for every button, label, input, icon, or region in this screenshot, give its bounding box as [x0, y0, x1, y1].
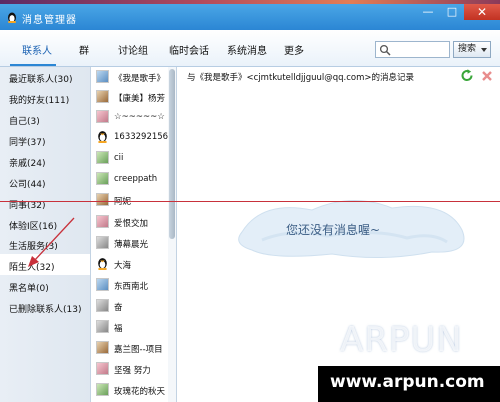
- search-button[interactable]: 搜索: [453, 41, 491, 58]
- list-item[interactable]: 福: [96, 319, 174, 337]
- contact-name: 福: [114, 324, 123, 334]
- avatar: [96, 362, 109, 375]
- contact-name: 东西南北: [114, 282, 149, 292]
- list-item[interactable]: 嘉兰图--项目: [96, 340, 174, 358]
- maximize-button[interactable]: □: [440, 4, 464, 20]
- list-item[interactable]: 《我是歌手》: [96, 69, 174, 87]
- tab-more[interactable]: 更多: [284, 42, 304, 57]
- avatar: [96, 320, 109, 333]
- window-controls: — □ ✕: [416, 4, 500, 22]
- list-item[interactable]: 爱恨交加: [96, 214, 174, 232]
- annotation-arrow-icon: [28, 217, 75, 267]
- tab-discussion[interactable]: 讨论组: [118, 42, 148, 57]
- list-item[interactable]: 玫瑰花的秋天: [96, 382, 174, 400]
- chevron-down-icon: [481, 48, 487, 52]
- empty-message-text: 您还没有消息喔~: [286, 223, 381, 237]
- tab-temp-session[interactable]: 临时会话: [169, 42, 209, 57]
- search-button-label: 搜索: [458, 44, 477, 54]
- tab-bar: 联系人 群 讨论组 临时会话 系统消息 更多 搜索: [0, 30, 500, 67]
- avatar: [96, 110, 109, 123]
- contact-name: 玫瑰花的秋天: [114, 387, 166, 397]
- list-item[interactable]: 奋: [96, 298, 174, 316]
- category-self[interactable]: 自己(3): [9, 114, 40, 127]
- list-item[interactable]: 1633292156: [96, 129, 174, 147]
- list-item[interactable]: creeppath: [96, 171, 174, 189]
- tab-groups[interactable]: 群: [79, 42, 89, 57]
- category-colleagues[interactable]: 同事(32): [9, 198, 45, 211]
- contact-name: ☆~~~~~☆: [114, 112, 165, 122]
- contact-name: 爱恨交加: [114, 219, 149, 229]
- list-item[interactable]: 薄幕晨光: [96, 235, 174, 253]
- contact-name: 嘉兰图--项目: [114, 345, 163, 355]
- tab-contacts[interactable]: 联系人: [22, 42, 52, 57]
- list-item[interactable]: cii: [96, 150, 174, 168]
- contact-name: 1633292156: [114, 132, 169, 142]
- avatar: [96, 193, 109, 206]
- avatar: [96, 172, 109, 185]
- contact-name: 【康美】杨芳: [114, 94, 166, 104]
- contact-name: 奋: [114, 303, 123, 313]
- watermark-logo: ARPUN: [340, 320, 463, 360]
- category-recent[interactable]: 最近联系人(30): [9, 72, 72, 85]
- list-item[interactable]: 东西南北: [96, 277, 174, 295]
- contact-name: 大海: [114, 261, 132, 271]
- contact-name: 坚强 努力: [114, 366, 151, 376]
- qq-penguin-icon: [8, 12, 16, 23]
- list-item[interactable]: ☆~~~~~☆: [96, 109, 174, 127]
- minimize-button[interactable]: —: [416, 4, 440, 20]
- list-item[interactable]: 坚强 努力: [96, 361, 174, 379]
- qq-penguin-icon: [98, 258, 107, 270]
- category-company[interactable]: 公司(44): [9, 177, 45, 190]
- scrollbar-thumb[interactable]: [169, 69, 175, 239]
- titlebar: 消息管理器 — □ ✕: [0, 4, 500, 31]
- avatar: [96, 299, 109, 312]
- contact-name: 《我是歌手》: [114, 74, 166, 84]
- search-input[interactable]: [393, 43, 447, 56]
- avatar: [96, 383, 109, 396]
- avatar: [96, 90, 109, 103]
- search-icon: [379, 44, 391, 56]
- avatar: [96, 278, 109, 291]
- list-item[interactable]: 大海: [96, 256, 174, 274]
- avatar: [96, 236, 109, 249]
- tab-system-messages[interactable]: 系统消息: [227, 42, 267, 57]
- list-item[interactable]: 【康美】杨芳: [96, 89, 174, 107]
- contact-name: 薄幕晨光: [114, 240, 149, 250]
- avatar: [96, 151, 109, 164]
- category-blacklist[interactable]: 黑名单(0): [9, 281, 49, 294]
- close-button[interactable]: ✕: [464, 4, 500, 20]
- delete-icon[interactable]: [480, 69, 494, 83]
- qq-penguin-icon: [98, 131, 107, 143]
- watermark-url: www.arpun.com: [330, 372, 485, 392]
- avatar: [96, 215, 109, 228]
- window-title: 消息管理器: [22, 15, 77, 26]
- category-relatives[interactable]: 亲戚(24): [9, 156, 45, 169]
- category-deleted[interactable]: 已删除联系人(13): [9, 302, 81, 315]
- search-box[interactable]: [375, 41, 450, 58]
- refresh-icon[interactable]: [460, 69, 474, 83]
- category-classmates[interactable]: 同学(37): [9, 135, 45, 148]
- contact-name: creeppath: [114, 174, 158, 184]
- contact-name: cii: [114, 153, 124, 163]
- annotation-line: [0, 201, 500, 202]
- active-tab-indicator: [10, 64, 56, 66]
- avatar: [96, 70, 109, 83]
- record-title: 与《我是歌手》<cjmtkutelldjjguul@qq.com>的消息记录: [187, 73, 415, 83]
- contact-list: 《我是歌手》 【康美】杨芳 ☆~~~~~☆ 1633292156 cii cre…: [91, 67, 177, 402]
- avatar: [96, 341, 109, 354]
- category-friends[interactable]: 我的好友(111): [9, 93, 69, 106]
